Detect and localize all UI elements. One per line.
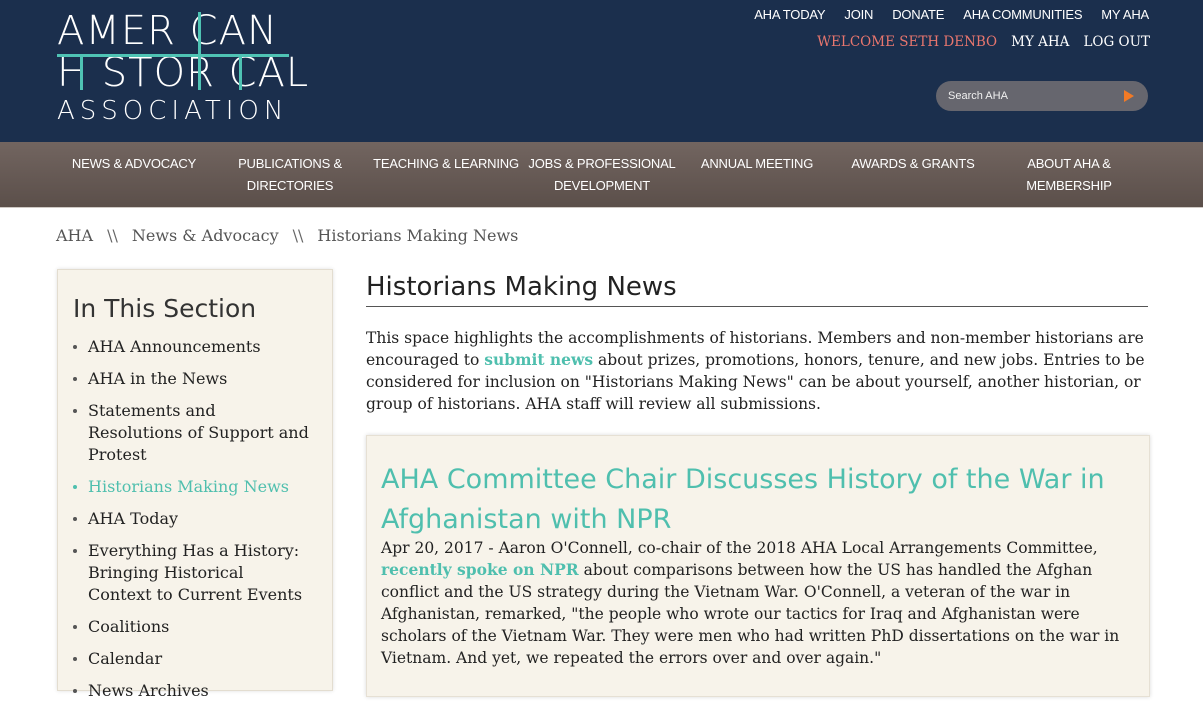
nav-join[interactable]: JOIN [844, 7, 873, 22]
breadcrumb-section[interactable]: News & Advocacy [132, 226, 279, 245]
sidebar-item-statements[interactable]: Statements and Resolutions of Support an… [58, 400, 332, 466]
sidebar-item-in-the-news[interactable]: AHA in the News [58, 368, 332, 390]
welcome-message: WELCOME SETH DENBO [817, 34, 998, 50]
sidebar-item-aha-today[interactable]: AHA Today [58, 508, 332, 530]
mainnav-publications[interactable]: PUBLICATIONS & DIRECTORIES [224, 153, 356, 197]
logo-accent-i [80, 54, 83, 90]
npr-link[interactable]: recently spoke on NPR [381, 560, 579, 579]
user-my-aha-link[interactable]: MY AHA [1011, 34, 1069, 50]
breadcrumb-separator: \\ [292, 226, 304, 245]
logo-line-1: AMER CAN [57, 8, 278, 54]
sidebar-item-announcements[interactable]: AHA Announcements [58, 336, 332, 358]
breadcrumb-current: Historians Making News [317, 226, 519, 245]
article-body: Apr 20, 2017 - Aaron O'Connell, co-chair… [381, 537, 1133, 669]
sidebar-item-historians-making-news[interactable]: Historians Making News [58, 476, 332, 498]
nav-aha-communities[interactable]: AHA COMMUNITIES [963, 7, 1082, 22]
nav-donate[interactable]: DONATE [892, 7, 944, 22]
logo-accent-i-2 [239, 54, 242, 90]
utility-nav: AHA TODAY JOIN DONATE AHA COMMUNITIES MY… [735, 7, 1149, 22]
nav-my-aha[interactable]: MY AHA [1101, 7, 1149, 22]
article-title-link[interactable]: AHA Committee Chair Discusses History of… [381, 460, 1131, 540]
sidebar-list: AHA Announcements AHA in the News Statem… [58, 336, 332, 712]
intro-paragraph: This space highlights the accomplishment… [366, 327, 1148, 415]
sidebar-item-everything-has-a-history[interactable]: Everything Has a History: Bringing Histo… [58, 540, 332, 606]
search-box [936, 81, 1148, 111]
mainnav-news-advocacy[interactable]: NEWS & ADVOCACY [62, 153, 206, 175]
sidebar-item-calendar[interactable]: Calendar [58, 648, 332, 670]
search-submit-icon[interactable] [1124, 90, 1134, 102]
nav-aha-today[interactable]: AHA TODAY [754, 7, 825, 22]
news-article-card: AHA Committee Chair Discusses History of… [366, 435, 1150, 697]
sidebar-title: In This Section [73, 294, 257, 323]
mainnav-jobs-development[interactable]: JOBS & PROFESSIONAL DEVELOPMENT [526, 153, 678, 197]
aha-logo[interactable]: AMER CAN H STOR CAL ASSOCIATION [57, 8, 308, 128]
sidebar-item-news-archives[interactable]: News Archives [58, 680, 332, 702]
logo-accent-horizontal [57, 54, 289, 57]
logout-link[interactable]: LOG OUT [1083, 34, 1150, 50]
article-lead: Apr 20, 2017 - Aaron O'Connell, co-chair… [381, 539, 1098, 557]
main-nav: NEWS & ADVOCACY PUBLICATIONS & DIRECTORI… [0, 142, 1203, 208]
page-title: Historians Making News [366, 272, 1148, 307]
breadcrumb-home[interactable]: AHA [56, 226, 93, 245]
logo-line-3: ASSOCIATION [57, 96, 289, 126]
mainnav-teaching-learning[interactable]: TEACHING & LEARNING [370, 153, 522, 175]
search-input[interactable] [948, 88, 1118, 104]
breadcrumb-separator: \\ [107, 226, 118, 245]
breadcrumb: AHA \\ News & Advocacy \\ Historians Making … [56, 226, 518, 245]
user-nav: WELCOME SETH DENBO MY AHA LOG OUT [817, 34, 1150, 50]
sidebar-item-coalitions[interactable]: Coalitions [58, 616, 332, 638]
mainnav-about-membership[interactable]: ABOUT AHA & MEMBERSHIP [1010, 153, 1128, 197]
mainnav-annual-meeting[interactable]: ANNUAL MEETING [690, 153, 824, 175]
mainnav-awards-grants[interactable]: AWARDS & GRANTS [843, 153, 983, 175]
submit-news-link[interactable]: submit news [484, 350, 593, 369]
site-header: AMER CAN H STOR CAL ASSOCIATION AHA TODA… [0, 0, 1203, 142]
section-sidebar: In This Section AHA Announcements AHA in… [57, 269, 333, 700]
main-content: Historians Making News This space highli… [366, 272, 1150, 697]
logo-accent-vertical [198, 12, 201, 90]
